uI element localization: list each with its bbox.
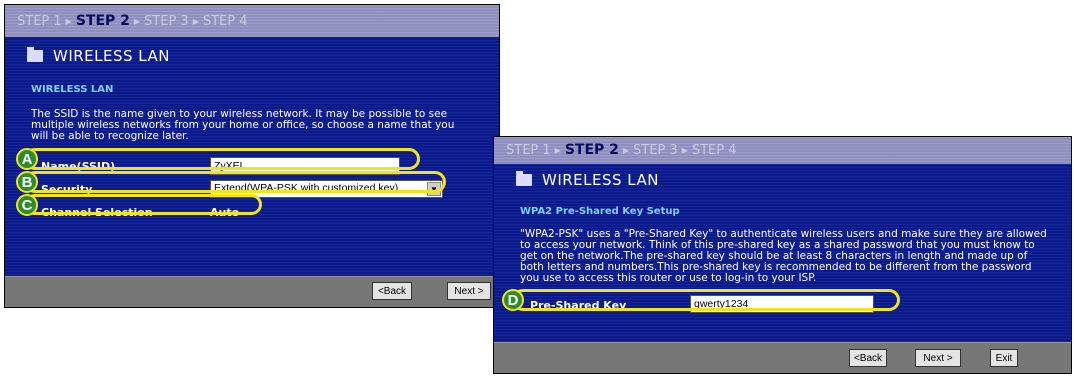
highlight-security-row bbox=[24, 171, 446, 193]
section-title: WPA2 Pre-Shared Key Setup bbox=[520, 206, 680, 217]
step-separator-icon: ▶ bbox=[554, 146, 561, 155]
page-title-text: WIRELESS LAN bbox=[542, 171, 659, 189]
page-title-text: WIRELESS LAN bbox=[53, 47, 170, 65]
button-bar: <Back Next > bbox=[5, 276, 499, 307]
next-button[interactable]: Next > bbox=[447, 282, 491, 300]
step-separator-icon: ▶ bbox=[622, 146, 630, 155]
button-bar: <Back Next > Exit bbox=[494, 342, 1071, 373]
step-bar: STEP 1 ▶ STEP 2 ▶ STEP 3 ▶ STEP 4 bbox=[5, 5, 499, 37]
section-title: WIRELESS LAN bbox=[31, 84, 114, 95]
back-button[interactable]: <Back bbox=[849, 349, 887, 367]
step-separator-icon: ▶ bbox=[681, 146, 688, 155]
callout-b: B bbox=[16, 171, 38, 193]
step-2-current: STEP 2 bbox=[75, 13, 130, 29]
step-separator-icon: ▶ bbox=[65, 17, 72, 26]
highlight-psk-row bbox=[512, 289, 900, 311]
page-title: WIRELESS LAN bbox=[27, 47, 170, 65]
step-3: STEP 3 bbox=[633, 143, 678, 158]
callout-a: A bbox=[16, 148, 38, 170]
highlight-ssid-row bbox=[24, 148, 420, 170]
step-4: STEP 4 bbox=[691, 143, 737, 158]
step-1: STEP 1 bbox=[17, 14, 62, 29]
folder-icon bbox=[516, 171, 532, 186]
callout-d: D bbox=[502, 289, 524, 311]
folder-icon bbox=[27, 47, 43, 62]
exit-button[interactable]: Exit bbox=[990, 349, 1018, 367]
step-3: STEP 3 bbox=[144, 14, 189, 29]
wizard-body: WIRELESS LAN WPA2 Pre-Shared Key Setup "… bbox=[494, 164, 1071, 343]
back-button[interactable]: <Back bbox=[372, 282, 412, 300]
wizard-window-wpa2-psk: STEP 1 ▶ STEP 2 ▶ STEP 3 ▶ STEP 4 WIRELESS LAN… bbox=[493, 136, 1072, 374]
step-2-current: STEP 2 bbox=[564, 142, 619, 158]
next-button[interactable]: Next > bbox=[915, 349, 961, 367]
highlight-channel-row bbox=[24, 194, 262, 215]
step-separator-icon: ▶ bbox=[133, 17, 141, 26]
step-separator-icon: ▶ bbox=[192, 17, 199, 26]
callout-c: C bbox=[16, 194, 38, 216]
page-title: WIRELESS LAN bbox=[516, 171, 659, 189]
psk-description: "WPA2-PSK" uses a "Pre-Shared Key" to au… bbox=[520, 228, 1047, 284]
step-4: STEP 4 bbox=[202, 14, 248, 29]
step-1: STEP 1 bbox=[506, 143, 551, 158]
step-bar: STEP 1 ▶ STEP 2 ▶ STEP 3 ▶ STEP 4 bbox=[494, 137, 1071, 164]
